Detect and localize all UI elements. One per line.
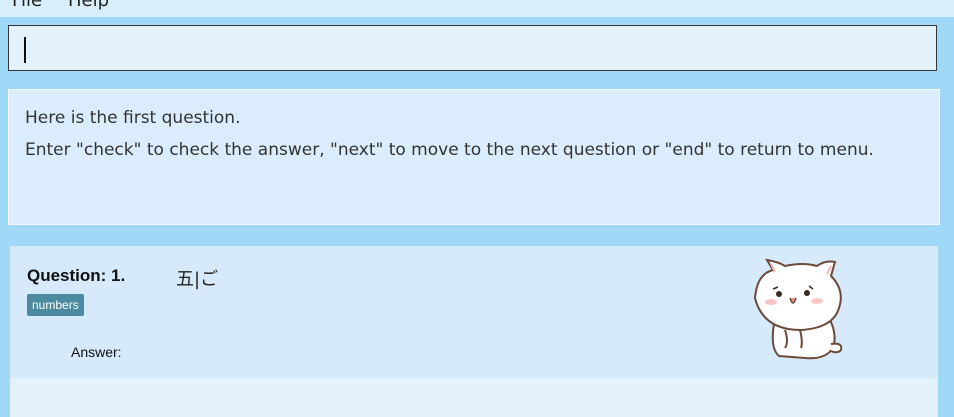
result-line-2: Enter "check" to check the answer, "next…: [25, 140, 874, 160]
answer-label: Answer:: [71, 344, 122, 360]
result-display: Here is the first question. Enter "check…: [8, 89, 940, 225]
menu-bar: File Help: [0, 0, 954, 17]
text-caret: [24, 37, 26, 63]
command-input[interactable]: [8, 25, 937, 71]
menu-help[interactable]: Help: [68, 0, 109, 11]
question-label: Question: 1.: [27, 266, 126, 285]
result-line-1: Here is the first question.: [25, 108, 241, 128]
menu-file[interactable]: File: [12, 0, 42, 11]
question-card: Question: 1. 五|ご numbers Answer:: [10, 246, 938, 378]
white-cat-icon: [753, 258, 843, 360]
category-tag: numbers: [27, 294, 84, 316]
question-text: 五|ご: [176, 269, 219, 290]
command-box: [0, 17, 954, 77]
question-card-footer: [10, 378, 938, 417]
